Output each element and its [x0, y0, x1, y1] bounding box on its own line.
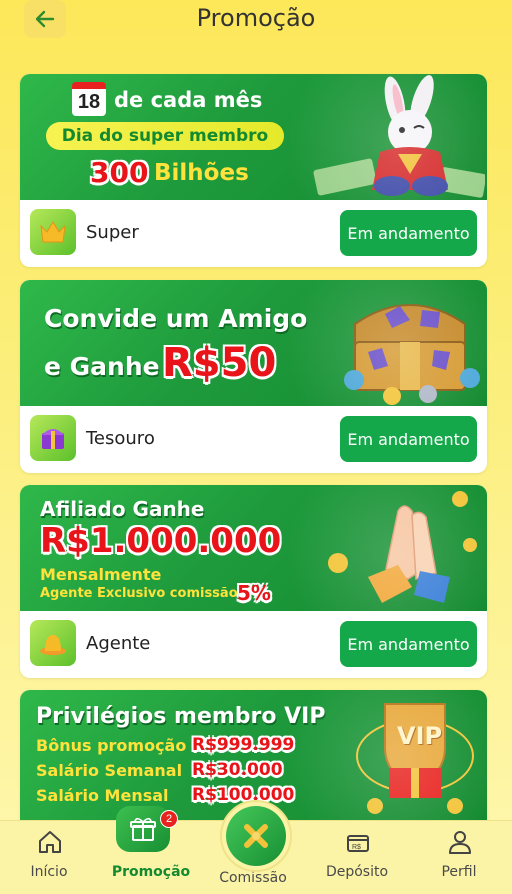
- nav-item-deposito[interactable]: R$ Depósito: [312, 821, 402, 894]
- user-icon: [449, 831, 471, 854]
- deposit-icon: R$: [347, 835, 369, 852]
- treasure-chest-icon: [30, 415, 76, 461]
- card-label: Tesouro: [86, 427, 155, 449]
- commission-icon: [244, 824, 268, 848]
- banner-line1: Afiliado Ganhe: [40, 497, 205, 521]
- calendar-icon: 18: [72, 82, 106, 116]
- vip-title: Privilégios membro VIP: [36, 704, 326, 729]
- promo-banner-agente[interactable]: Afiliado Ganhe R$1.000.000 Mensalmente A…: [20, 485, 487, 611]
- rabbit-mascot-illustration: [313, 75, 485, 198]
- promo-banner-super[interactable]: 18 de cada mês Dia do super membro 300 B…: [20, 74, 487, 200]
- svg-text:R$: R$: [352, 844, 361, 851]
- card-label: Super: [86, 221, 139, 243]
- promo-card-agente[interactable]: Afiliado Ganhe R$1.000.000 Mensalmente A…: [20, 485, 487, 678]
- header: Promoção: [0, 0, 512, 40]
- nav-label: Início: [30, 864, 68, 880]
- pill-label: Dia do super membro: [61, 126, 269, 146]
- vip-shield-illustration: [356, 703, 474, 814]
- banner-line2-highlight: R$50: [162, 340, 277, 386]
- banner-line4-highlight: 5%: [237, 581, 271, 605]
- promo-banner-tesouro[interactable]: Convide um Amigo e Ganhe R$50: [20, 280, 487, 406]
- promo-row-super: Super Em andamento: [20, 200, 487, 264]
- super-member-pill: Dia do super membro: [46, 122, 284, 150]
- agent-hat-icon: [30, 620, 76, 666]
- banner-highlight-suffix: Bilhões: [154, 160, 249, 186]
- banner-highlight: R$1.000.000: [40, 521, 282, 561]
- banner-line3: Mensalmente: [40, 565, 162, 584]
- nav-label: Promoção: [111, 864, 191, 880]
- vip-row-label: Bônus promoção: [36, 736, 187, 755]
- promo-card-tesouro[interactable]: Convide um Amigo e Ganhe R$50 Tesouro Em: [20, 280, 487, 473]
- banner-line1: de cada mês: [114, 88, 263, 112]
- comissao-fab-button[interactable]: [220, 800, 292, 872]
- nav-item-perfil[interactable]: Perfil: [414, 821, 504, 894]
- status-button[interactable]: Em andamento: [340, 210, 477, 256]
- promo-row-tesouro: Tesouro Em andamento: [20, 406, 487, 470]
- banner-line4: Agente Exclusivo comissão: [40, 586, 238, 601]
- clasped-hands-illustration: [328, 491, 477, 603]
- notification-badge: 2: [160, 810, 178, 828]
- calendar-date: 18: [77, 91, 101, 113]
- banner-line2-prefix: e Ganhe: [44, 352, 160, 381]
- nav-label: Depósito: [325, 864, 389, 880]
- vip-row-value: R$999.999: [192, 735, 295, 755]
- treasure-chest-illustration: [344, 304, 480, 405]
- nav-label: Perfil: [441, 864, 477, 880]
- nav-item-inicio[interactable]: Início: [4, 821, 94, 894]
- vip-row-value: R$30.000: [192, 760, 283, 780]
- status-button[interactable]: Em andamento: [340, 416, 477, 462]
- promo-row-agente: Agente Em andamento: [20, 611, 487, 675]
- fab-inner: [226, 806, 286, 866]
- vip-shield-text: VIP: [397, 722, 443, 750]
- banner-line1: Convide um Amigo: [44, 304, 308, 333]
- banner-highlight: 300: [90, 156, 149, 189]
- home-icon: [39, 831, 61, 853]
- status-button[interactable]: Em andamento: [340, 621, 477, 667]
- crown-icon: [30, 209, 76, 255]
- vip-row-label: Salário Mensal: [36, 786, 169, 805]
- promo-card-super[interactable]: 18 de cada mês Dia do super membro 300 B…: [20, 74, 487, 267]
- card-label: Agente: [86, 632, 151, 654]
- gift-icon: [130, 817, 156, 841]
- vip-row-label: Salário Semanal: [36, 761, 183, 780]
- nav-label: Comissão: [219, 870, 287, 886]
- page-title: Promoção: [196, 4, 316, 32]
